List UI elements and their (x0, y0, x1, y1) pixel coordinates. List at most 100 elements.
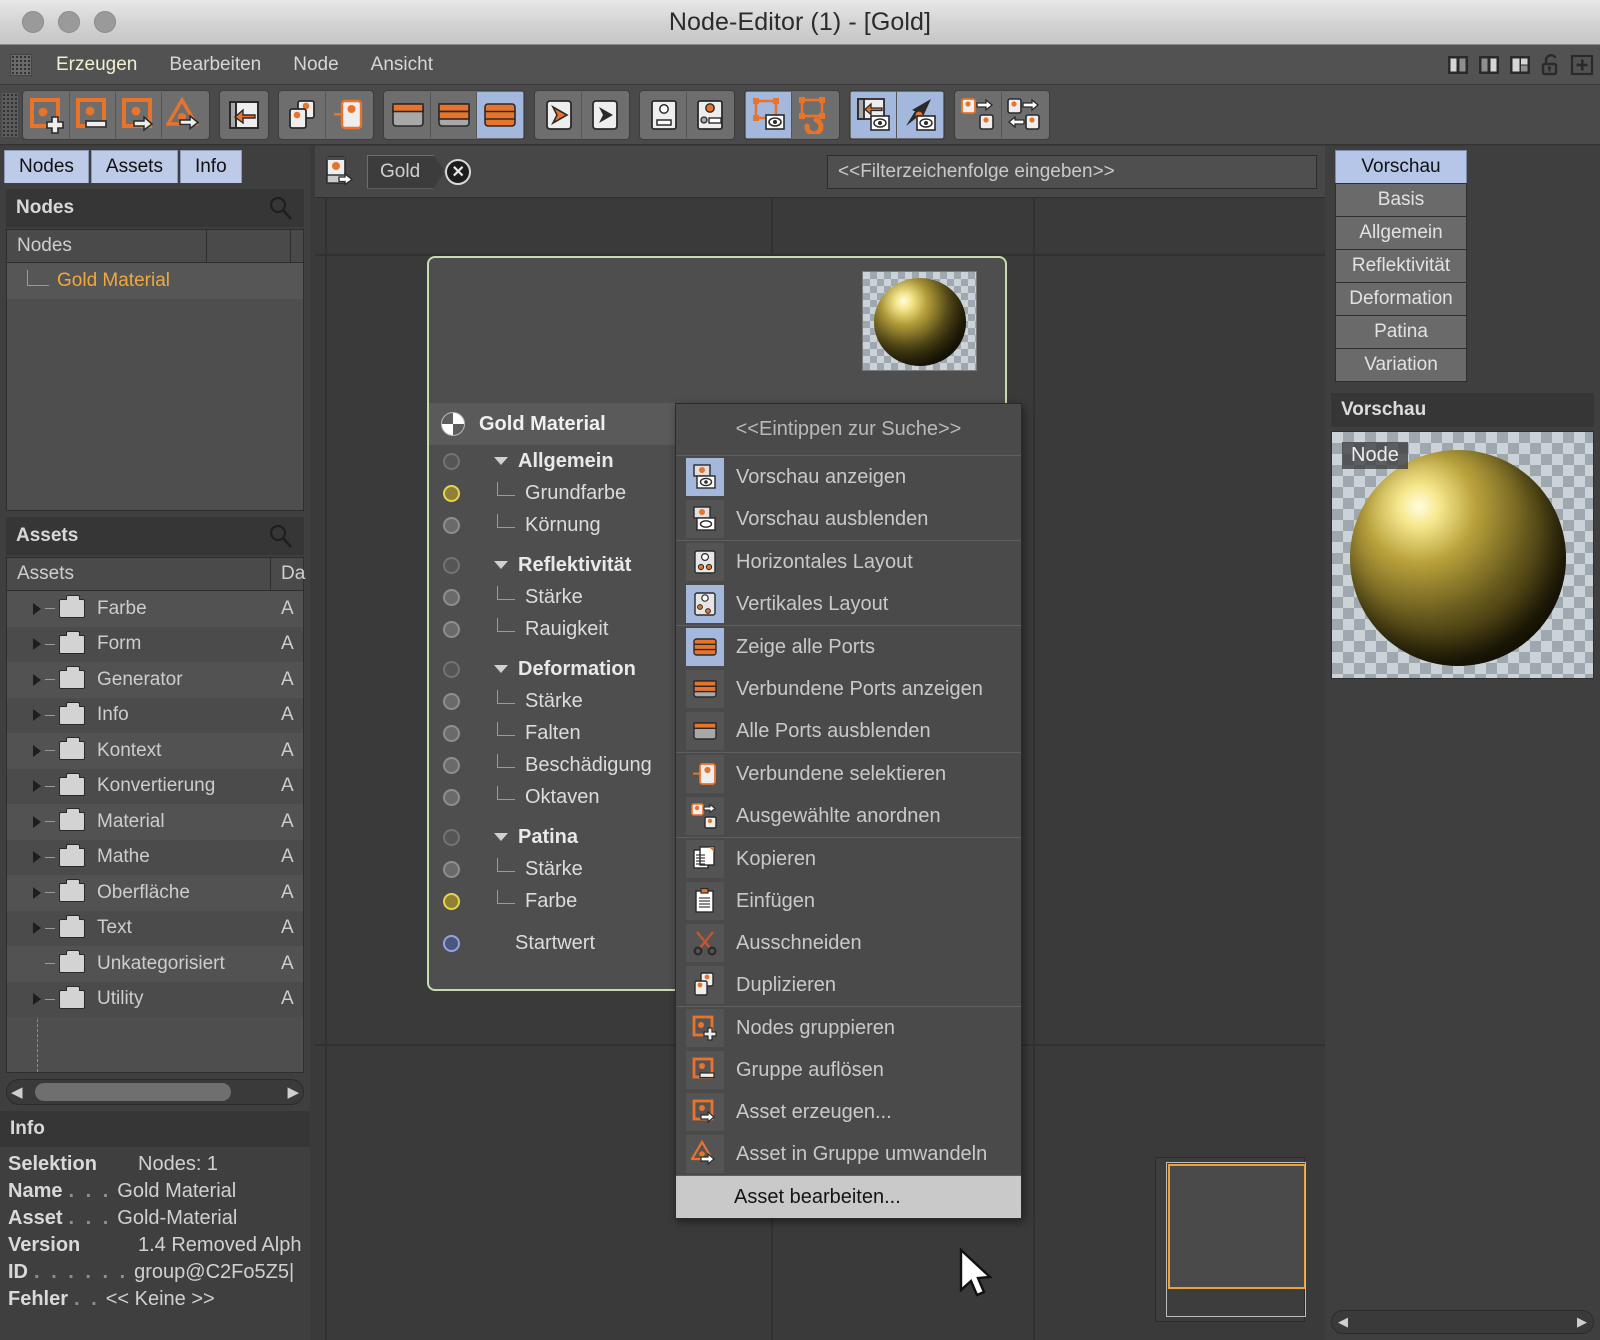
menu-item-ausschneiden[interactable]: Ausschneiden (676, 922, 1021, 964)
add-node-button[interactable] (24, 92, 70, 138)
snap-magnet-button[interactable] (792, 92, 838, 138)
menu-item-verbundene-ports-anzeigen[interactable]: Verbundene Ports anzeigen (676, 668, 1021, 710)
menu-item-vorschau-ausblenden[interactable]: Vorschau ausblenden (676, 498, 1021, 540)
right-horizontal-scrollbar[interactable]: ◀ ▶ (1331, 1310, 1594, 1334)
asset-row[interactable]: GeneratorA (7, 662, 303, 698)
scroll-right-arrow-icon[interactable]: ▶ (287, 1083, 299, 1101)
port-dot[interactable] (443, 757, 460, 774)
tab-variation[interactable]: Variation (1335, 348, 1467, 382)
asset-row[interactable]: FarbeA (7, 591, 303, 627)
asset-row[interactable]: KontextA (7, 733, 303, 769)
asset-row[interactable]: UtilityA (7, 982, 303, 1018)
menu-item-duplizieren[interactable]: Duplizieren (676, 964, 1021, 1006)
port-layout-vertical-button[interactable] (687, 92, 733, 138)
asset-row[interactable]: MatheA (7, 840, 303, 876)
expand-arrow-icon[interactable] (33, 922, 41, 934)
tab-vorschau[interactable]: Vorschau (1335, 150, 1467, 184)
port-dot[interactable] (443, 621, 460, 638)
expand-arrow-icon[interactable] (33, 851, 41, 863)
menu-ansicht[interactable]: Ansicht (355, 54, 449, 76)
nodes-col-blank[interactable] (207, 230, 291, 262)
port-dot[interactable] (443, 453, 460, 470)
menu-item-asset-in-gruppe-umwandeln[interactable]: Asset in Gruppe umwandeln (676, 1133, 1021, 1175)
asset-row[interactable]: UnkategorisiertA (7, 946, 303, 982)
tab-reflektivitaet[interactable]: Reflektivität (1335, 249, 1467, 283)
plus-icon[interactable] (1570, 53, 1594, 77)
tree-row-gold-material[interactable]: Gold Material (7, 263, 303, 299)
asset-row[interactable]: OberflächeA (7, 875, 303, 911)
port-dot[interactable] (443, 893, 460, 910)
menu-item-horizontales-layout[interactable]: Horizontales Layout (676, 541, 1021, 583)
search-icon[interactable] (268, 523, 294, 549)
tab-basis[interactable]: Basis (1335, 183, 1467, 217)
menu-item-vertikales-layout[interactable]: Vertikales Layout (676, 583, 1021, 625)
enter-group-button[interactable] (221, 92, 267, 138)
tab-deformation[interactable]: Deformation (1335, 282, 1467, 316)
drag-grip-icon[interactable] (10, 54, 32, 76)
menu-item-gruppe-aufloesen[interactable]: Gruppe auflösen (676, 1049, 1021, 1091)
node-context-menu[interactable]: <<Eintippen zur Suche>> Vorschau anzeige… (675, 403, 1022, 1219)
port-dot[interactable] (443, 517, 460, 534)
expand-arrow-icon[interactable] (33, 603, 41, 615)
group-to-asset-button[interactable] (116, 92, 162, 138)
add-group-button[interactable] (70, 92, 116, 138)
arrange-all-button[interactable] (1002, 92, 1048, 138)
tab-nodes[interactable]: Nodes (4, 150, 89, 183)
expand-arrow-icon[interactable] (33, 709, 41, 721)
arrange-nodes-button[interactable] (956, 92, 1002, 138)
menu-item-asset-erzeugen[interactable]: Asset erzeugen... (676, 1091, 1021, 1133)
unlock-icon[interactable] (1539, 53, 1563, 77)
collapse-caret-icon[interactable] (494, 833, 508, 841)
layout-grid-icon[interactable] (1508, 53, 1532, 77)
assets-col-date[interactable]: Da (271, 558, 303, 590)
menu-item-asset-bearbeiten[interactable]: Asset bearbeiten... (676, 1176, 1021, 1218)
split-vertical-icon[interactable] (1446, 53, 1470, 77)
scroll-left-arrow-icon[interactable]: ◀ (1338, 1314, 1348, 1330)
scroll-left-arrow-icon[interactable]: ◀ (11, 1083, 23, 1101)
menu-erzeugen[interactable]: Erzeugen (40, 54, 153, 76)
scroll-right-arrow-icon[interactable]: ▶ (1577, 1314, 1587, 1330)
show-frame-button[interactable] (746, 92, 792, 138)
asset-row[interactable]: InfoA (7, 698, 303, 734)
navigator-minimap[interactable] (1155, 1157, 1305, 1322)
ports-connected-only-button[interactable] (385, 92, 431, 138)
tab-allgemein[interactable]: Allgemein (1335, 216, 1467, 250)
menu-item-zeige-alle-ports[interactable]: Zeige alle Ports (676, 626, 1021, 668)
port-dot[interactable] (443, 829, 460, 846)
node-root-icon[interactable] (323, 153, 357, 191)
asset-row[interactable]: MaterialA (7, 804, 303, 840)
menu-item-kopieren[interactable]: Kopieren (676, 838, 1021, 880)
select-connected-button[interactable] (326, 92, 372, 138)
expand-arrow-icon[interactable] (33, 993, 41, 1005)
asset-row[interactable]: FormA (7, 627, 303, 663)
expand-arrow-icon[interactable] (33, 816, 41, 828)
expand-arrow-icon[interactable] (33, 887, 41, 899)
asset-row[interactable]: KonvertierungA (7, 769, 303, 805)
scroll-thumb[interactable] (35, 1083, 231, 1101)
port-dot[interactable] (443, 661, 460, 678)
show-cursor-preview-button[interactable] (897, 92, 943, 138)
assets-tree[interactable]: FarbeA FormA GeneratorA InfoA KontextA K… (6, 591, 304, 1073)
toolbar-grip-icon[interactable] (2, 93, 18, 137)
port-dot[interactable] (443, 589, 460, 606)
port-dot[interactable] (443, 557, 460, 574)
menu-item-einfuegen[interactable]: Einfügen (676, 880, 1021, 922)
nodes-tree[interactable]: Gold Material (6, 263, 304, 511)
play-outline-button[interactable] (582, 92, 628, 138)
expand-arrow-icon[interactable] (33, 638, 41, 650)
expand-arrow-icon[interactable] (33, 780, 41, 792)
split-horizontal-icon[interactable] (1477, 53, 1501, 77)
port-dot[interactable] (443, 861, 460, 878)
expand-arrow-icon[interactable] (33, 745, 41, 757)
port-layout-horizontal-button[interactable] (641, 92, 687, 138)
context-menu-search-hint[interactable]: <<Eintippen zur Suche>> (676, 404, 1021, 455)
menu-item-alle-ports-ausblenden[interactable]: Alle Ports ausblenden (676, 710, 1021, 752)
duplicate-node-button[interactable] (280, 92, 326, 138)
nodes-col-name[interactable]: Nodes (7, 230, 207, 262)
play-filled-button[interactable] (536, 92, 582, 138)
collapse-caret-icon[interactable] (494, 561, 508, 569)
port-dot[interactable] (443, 485, 460, 502)
port-dot[interactable] (443, 789, 460, 806)
menu-item-vorschau-anzeigen[interactable]: Vorschau anzeigen (676, 456, 1021, 498)
breadcrumb[interactable]: Gold (367, 155, 445, 189)
